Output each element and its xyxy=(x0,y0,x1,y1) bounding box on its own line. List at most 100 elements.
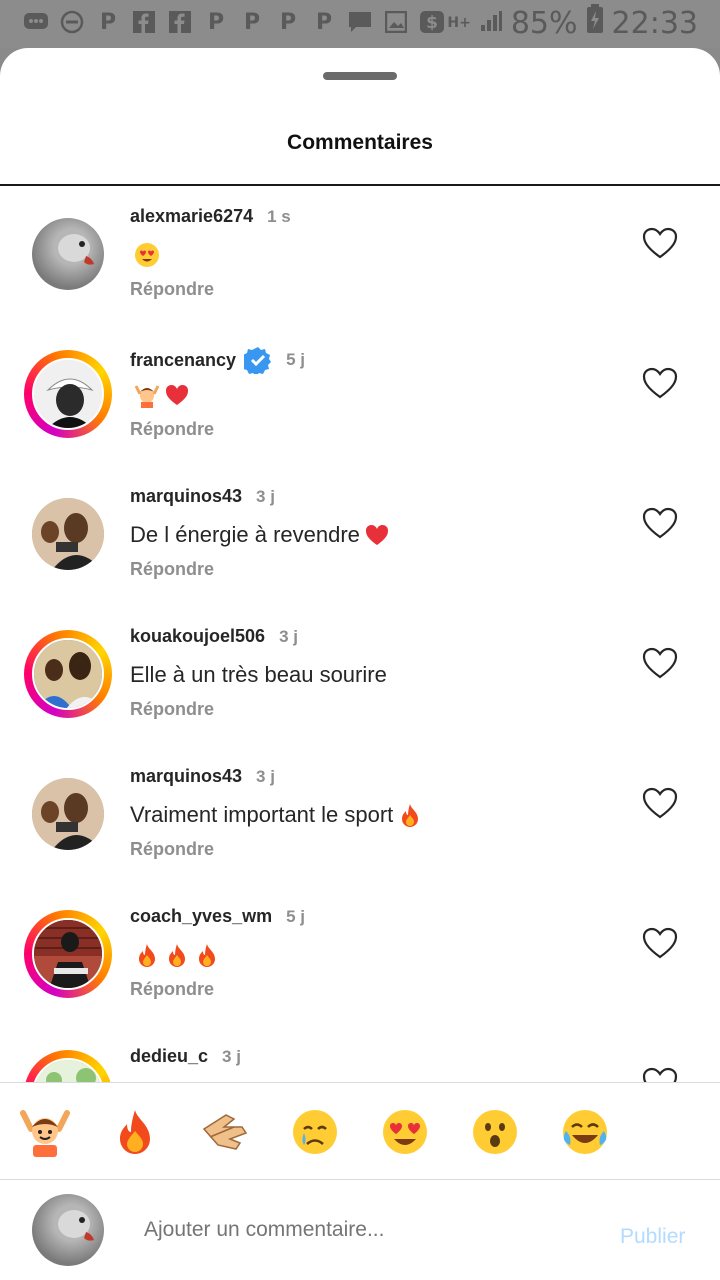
avatar-image xyxy=(32,638,104,710)
comment-time: 5 j xyxy=(286,350,305,369)
battery-icon xyxy=(586,4,604,42)
clapping-hands-emoji-icon[interactable] xyxy=(200,1107,250,1157)
comment-header: francenancy 5 j xyxy=(130,346,305,374)
tears-of-joy-emoji-icon[interactable] xyxy=(560,1107,610,1157)
like-heart-icon[interactable] xyxy=(642,507,678,539)
comment-time: 1 s xyxy=(267,206,291,226)
fire-emoji-icon xyxy=(139,944,155,967)
comment-header: kouakoujoel506 3 j xyxy=(130,626,298,647)
p-icon: P xyxy=(243,9,261,35)
battery-percent: 85% xyxy=(510,5,578,41)
comment-username[interactable]: kouakoujoel506 xyxy=(130,626,265,647)
comment-text xyxy=(130,382,190,408)
heart-eyes-emoji-icon[interactable] xyxy=(380,1107,430,1157)
publish-button[interactable]: Publier xyxy=(620,1225,685,1249)
comment-body: Vraiment important le sport xyxy=(130,802,394,827)
like-heart-icon[interactable] xyxy=(642,927,678,959)
comment-header: coach_yves_wm 5 j xyxy=(130,906,305,927)
avatar[interactable] xyxy=(24,210,112,298)
comment-header: alexmarie6274 1 s xyxy=(130,206,291,227)
comment-time: 3 j xyxy=(279,626,298,646)
avatar-image xyxy=(32,918,104,990)
clock: 22:33 xyxy=(611,5,698,41)
quick-reaction-bar xyxy=(0,1082,720,1180)
comment-time: 3 j xyxy=(256,766,275,786)
comment-body: Elle à un très beau sourire xyxy=(130,662,387,687)
fire-emoji-icon xyxy=(199,944,215,967)
avatar[interactable] xyxy=(24,910,112,998)
comment-item: francenancy 5 j Répondre xyxy=(0,326,720,466)
like-heart-icon[interactable] xyxy=(642,367,678,399)
fire-emoji-icon xyxy=(402,804,419,827)
comment-username[interactable]: dedieu_c xyxy=(130,1046,208,1067)
sheet-drag-handle[interactable] xyxy=(323,72,397,80)
like-heart-icon[interactable] xyxy=(642,1067,678,1082)
avatar[interactable] xyxy=(24,770,112,858)
chat-icon xyxy=(22,8,50,36)
comment-text: Vraiment important le sport xyxy=(130,802,423,828)
avatar-image xyxy=(32,498,104,570)
red-heart-emoji-icon xyxy=(166,385,188,405)
comment-item: kouakoujoel506 3 j Elle à un très beau s… xyxy=(0,606,720,746)
avatar[interactable] xyxy=(24,630,112,718)
reply-button[interactable]: Répondre xyxy=(130,839,214,860)
surprised-face-emoji-icon[interactable] xyxy=(470,1107,520,1157)
reply-button[interactable]: Répondre xyxy=(130,699,214,720)
fire-emoji-icon xyxy=(169,944,185,967)
facebook-icon xyxy=(130,8,158,36)
red-heart-emoji-icon xyxy=(365,525,388,545)
comment-time: 3 j xyxy=(256,486,275,506)
avatar-image xyxy=(32,218,104,290)
comments-list[interactable]: alexmarie6274 1 s Répondre francenancy 5… xyxy=(0,186,720,1082)
sheet-title: Commentaires xyxy=(287,131,433,154)
p-icon: P xyxy=(279,9,297,35)
current-user-avatar xyxy=(32,1194,104,1266)
like-heart-icon[interactable] xyxy=(642,647,678,679)
reply-button[interactable]: Répondre xyxy=(130,559,214,580)
comment-text: Elle à un très beau sourire xyxy=(130,662,387,688)
comment-input[interactable] xyxy=(144,1218,584,1242)
comment-item: dedieu_c 3 j xyxy=(0,1026,720,1082)
crying-face-emoji-icon[interactable] xyxy=(290,1107,340,1157)
reply-button[interactable]: Répondre xyxy=(130,419,214,440)
comment-composer: Publier xyxy=(0,1180,720,1280)
status-right: H+ 85% 22:33 xyxy=(447,4,698,42)
signal-icon xyxy=(479,6,503,41)
avatar[interactable] xyxy=(24,1050,112,1082)
dollar-icon: $ xyxy=(418,8,446,36)
svg-text:$: $ xyxy=(426,13,438,33)
avatar[interactable] xyxy=(24,350,112,438)
avatar-image xyxy=(32,778,104,850)
avatar-image xyxy=(32,358,104,430)
p-icon: P xyxy=(315,9,333,35)
comment-username[interactable]: alexmarie6274 xyxy=(130,206,253,227)
reply-button[interactable]: Répondre xyxy=(130,279,214,300)
comment-header: dedieu_c 3 j xyxy=(130,1046,241,1067)
comment-username[interactable]: marquinos43 xyxy=(130,766,242,787)
comment-item: coach_yves_wm 5 j Répondre xyxy=(0,886,720,1026)
comment-username[interactable]: coach_yves_wm xyxy=(130,906,272,927)
raising-hands-emoji-icon[interactable] xyxy=(20,1107,70,1157)
status-bar: P P P P P $ H+ 85% 22:33 xyxy=(0,0,720,48)
p-icon: P xyxy=(99,9,117,35)
comment-header: marquinos43 3 j xyxy=(130,766,275,787)
network-type: H+ xyxy=(447,15,471,31)
comment-header: marquinos43 3 j xyxy=(130,486,275,507)
fire-emoji-icon[interactable] xyxy=(110,1107,160,1157)
message-icon xyxy=(346,8,374,36)
comment-body: De l énergie à revendre xyxy=(130,522,360,547)
comment-item: alexmarie6274 1 s Répondre xyxy=(0,186,720,326)
facebook-icon xyxy=(166,8,194,36)
like-heart-icon[interactable] xyxy=(642,787,678,819)
comment-time: 5 j xyxy=(286,906,305,926)
avatar[interactable] xyxy=(24,490,112,578)
avatar-image xyxy=(32,1058,104,1082)
comment-text xyxy=(130,242,160,268)
comment-username[interactable]: marquinos43 xyxy=(130,486,242,507)
heart-eyes-emoji-icon xyxy=(135,243,159,267)
do-not-disturb-icon xyxy=(58,8,86,36)
comment-username[interactable]: francenancy xyxy=(130,350,236,371)
like-heart-icon[interactable] xyxy=(642,227,678,259)
comment-text xyxy=(130,942,220,968)
reply-button[interactable]: Répondre xyxy=(130,979,214,1000)
